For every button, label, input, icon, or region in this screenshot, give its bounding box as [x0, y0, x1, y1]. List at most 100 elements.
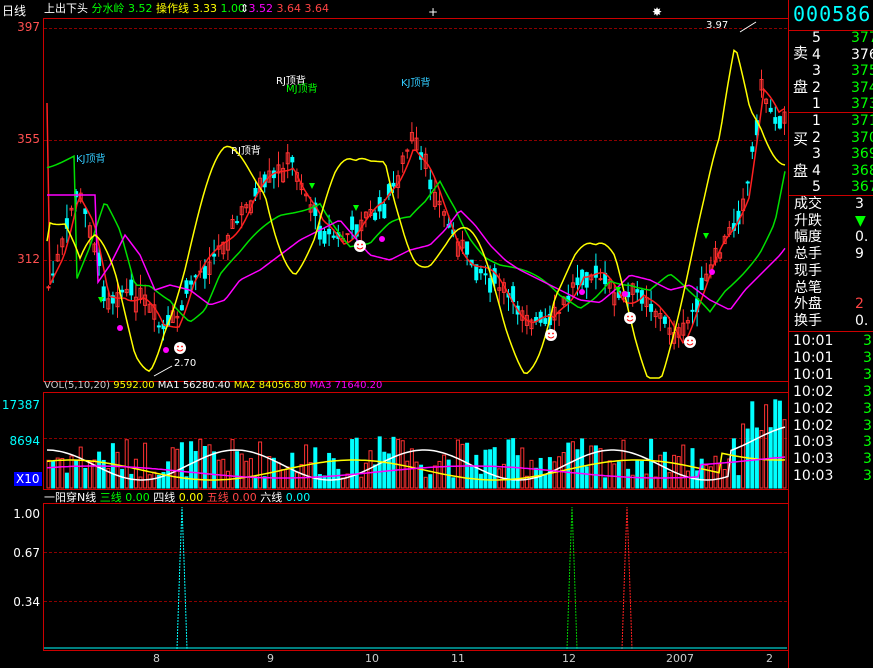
stats-value: 3: [855, 196, 864, 212]
order-book-row: 3 375: [793, 63, 873, 79]
volume-bar: [584, 466, 589, 489]
order-level: 1: [812, 113, 821, 129]
stats-row: 升跌 ▼: [793, 213, 873, 229]
candle-body: [699, 277, 704, 291]
volume-bar: [543, 474, 548, 489]
order-price: 377: [851, 30, 873, 46]
stats-label: 升跌: [794, 212, 822, 229]
volume-bar: [764, 404, 769, 489]
candle-body: [428, 179, 433, 190]
volume-bar: [644, 473, 649, 489]
volume-bar: [437, 460, 442, 489]
smiley-eye: [687, 339, 689, 342]
volume-bar: [676, 456, 681, 489]
order-book-row: 5 367: [793, 179, 873, 195]
candle-body: [331, 235, 336, 238]
volume-bar: [55, 457, 60, 489]
volume-bar: [469, 465, 474, 489]
volume-bar: [497, 468, 502, 489]
volume-bar: [777, 400, 782, 489]
volume-bar: [432, 465, 437, 489]
order-book-row: 1 373: [793, 96, 873, 112]
volume-bar: [483, 449, 488, 489]
volume-bar: [170, 447, 175, 489]
volume-bar: [299, 464, 304, 489]
volume-bar: [331, 458, 336, 489]
volume-bar: [373, 464, 378, 489]
tick-value: 3: [863, 349, 872, 366]
volume-bar: [143, 442, 148, 489]
volume-bar: [741, 423, 746, 489]
volume-bar: [345, 473, 350, 489]
stats-row: 成交 3: [793, 196, 873, 212]
volume-bar: [253, 476, 258, 489]
volume-bar: [589, 445, 594, 489]
volume-bar: [304, 444, 309, 489]
candle-body: [179, 305, 184, 311]
volume-bar: [552, 461, 557, 489]
volume-bar: [327, 452, 332, 489]
stats-row: 现手: [793, 263, 873, 279]
tick-value: 3: [863, 400, 872, 417]
volume-bar: [603, 477, 608, 489]
volume-bar: [570, 441, 575, 489]
volume-bar: [64, 472, 69, 489]
volume-bar: [175, 448, 180, 489]
chart-canvas[interactable]: [0, 0, 788, 668]
volume-bar: [115, 451, 120, 489]
order-price: 370: [851, 129, 873, 146]
volume-bar: [202, 446, 207, 489]
smiley-eye: [631, 315, 633, 318]
order-level: 5: [812, 30, 821, 46]
indicator-spike: [566, 506, 578, 650]
volume-bar: [221, 458, 226, 489]
candle-body: [129, 279, 134, 296]
candle-body: [575, 277, 580, 286]
volume-bar: [46, 459, 51, 489]
order-price: 374: [851, 79, 873, 96]
stats-label: 总手: [794, 246, 822, 263]
stats-label: 外盘: [794, 296, 822, 313]
tick-time: 10:03: [793, 468, 834, 485]
volume-bar: [313, 447, 318, 489]
volume-bar: [515, 455, 520, 489]
volume-bar: [239, 453, 244, 489]
volume-bar: [773, 399, 778, 489]
tick-time: 10:01: [793, 333, 834, 349]
candle-body: [690, 309, 695, 312]
volume-bar: [147, 474, 152, 489]
volume-bar: [750, 401, 755, 489]
tick-value: 3: [863, 451, 872, 468]
tick-row: 10:03 3: [793, 468, 873, 484]
candle-body: [156, 325, 161, 328]
volume-bar: [607, 460, 612, 489]
side-panel-border: [788, 0, 789, 668]
signal-arrow: [309, 183, 315, 189]
tick-time: 10:03: [793, 434, 834, 451]
volume-bar: [294, 472, 299, 489]
tick-value: 3: [863, 468, 872, 485]
tick-row: 10:02 3: [793, 418, 873, 434]
order-book-row: 2 370: [793, 130, 873, 146]
candle-body: [120, 289, 125, 293]
volume-bar: [391, 436, 396, 489]
volume-bar: [566, 442, 571, 489]
candle-body: [290, 156, 295, 163]
volume-bar: [248, 458, 253, 489]
candle-body: [488, 278, 493, 293]
smiley-eye: [691, 339, 693, 342]
tick-row: 10:02 3: [793, 401, 873, 417]
volume-bar: [455, 439, 460, 489]
volume-bar: [198, 438, 203, 489]
volume-bar: [74, 459, 79, 489]
volume-bar: [405, 460, 410, 489]
volume-bar: [699, 458, 704, 489]
candle-body: [212, 253, 217, 257]
indicator-spike: [621, 506, 633, 650]
volume-bar: [235, 451, 240, 489]
volume-bar: [635, 460, 640, 489]
volume-bar: [639, 460, 644, 489]
order-level: 4: [812, 162, 821, 179]
tick-value: 3: [863, 383, 872, 400]
volume-bar: [478, 473, 483, 489]
